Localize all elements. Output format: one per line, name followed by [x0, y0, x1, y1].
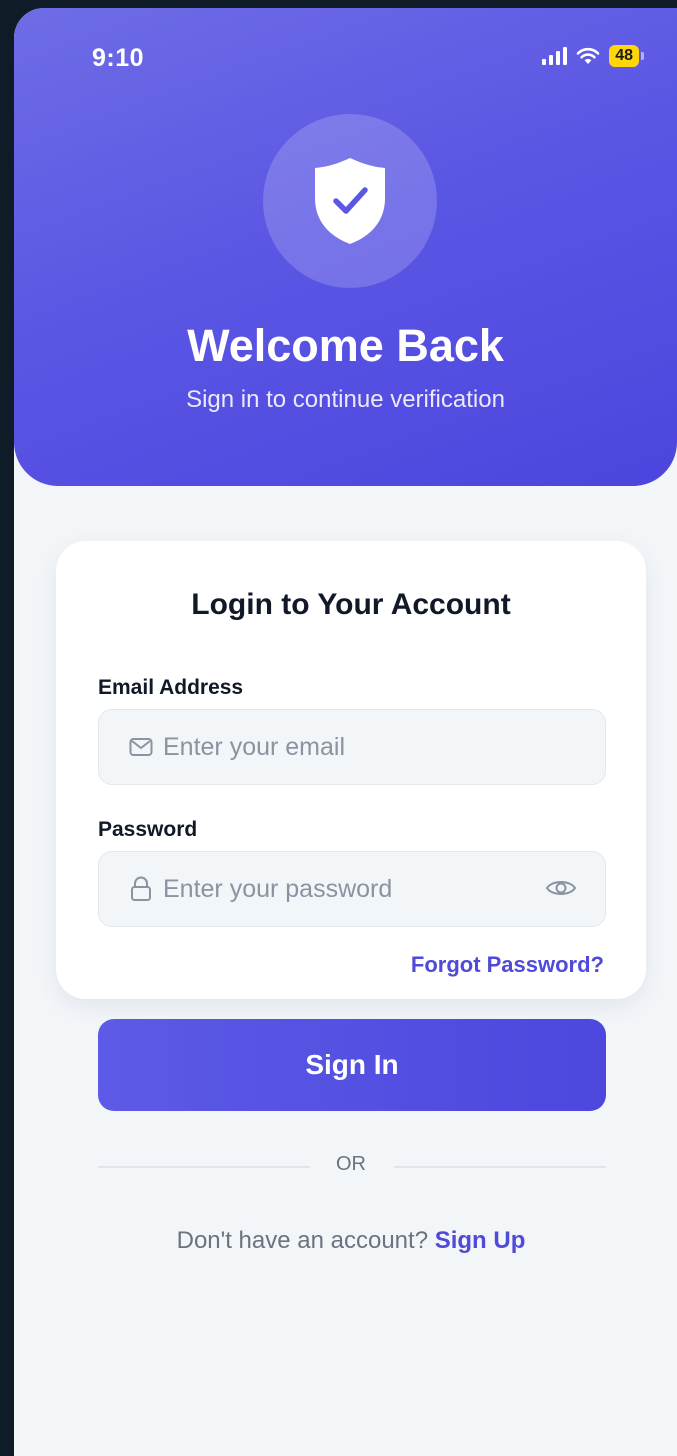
eye-icon[interactable]	[545, 876, 577, 905]
signal-icon	[542, 47, 568, 65]
password-label: Password	[98, 818, 198, 841]
sign-in-button[interactable]: Sign In	[98, 1019, 606, 1111]
phone-screen: 9:10 48 Welcome Back Sign in to continue	[14, 8, 677, 1456]
password-input[interactable]	[163, 874, 533, 904]
divider-or: OR	[336, 1153, 366, 1175]
forgot-password-link[interactable]: Forgot Password?	[411, 952, 604, 978]
signup-prompt-text: Don't have an account?	[176, 1227, 429, 1254]
lock-icon	[129, 876, 153, 901]
login-card: Login to Your Account Email Address Pass…	[56, 541, 646, 1254]
email-label: Email Address	[98, 676, 244, 699]
battery-icon: 48	[609, 45, 644, 67]
email-input[interactable]	[163, 732, 533, 762]
password-field[interactable]	[98, 851, 606, 927]
shield-badge	[263, 114, 437, 288]
divider-line-right	[394, 1166, 606, 1168]
status-icons: 48	[542, 45, 644, 67]
sign-up-link[interactable]: Sign Up	[435, 1227, 526, 1254]
signup-prompt-row: Don't have an account? Sign Up	[56, 1227, 646, 1255]
hero-header: 9:10 48 Welcome Back Sign in to continue	[14, 8, 677, 486]
page-title: Welcome Back	[187, 320, 504, 371]
login-card-title: Login to Your Account	[191, 588, 511, 621]
email-field[interactable]	[98, 709, 606, 785]
page-subtitle: Sign in to continue verification	[186, 386, 505, 413]
shield-check-icon	[315, 158, 385, 244]
wifi-icon	[576, 47, 600, 64]
status-time: 9:10	[92, 44, 145, 72]
mail-icon	[129, 735, 153, 759]
